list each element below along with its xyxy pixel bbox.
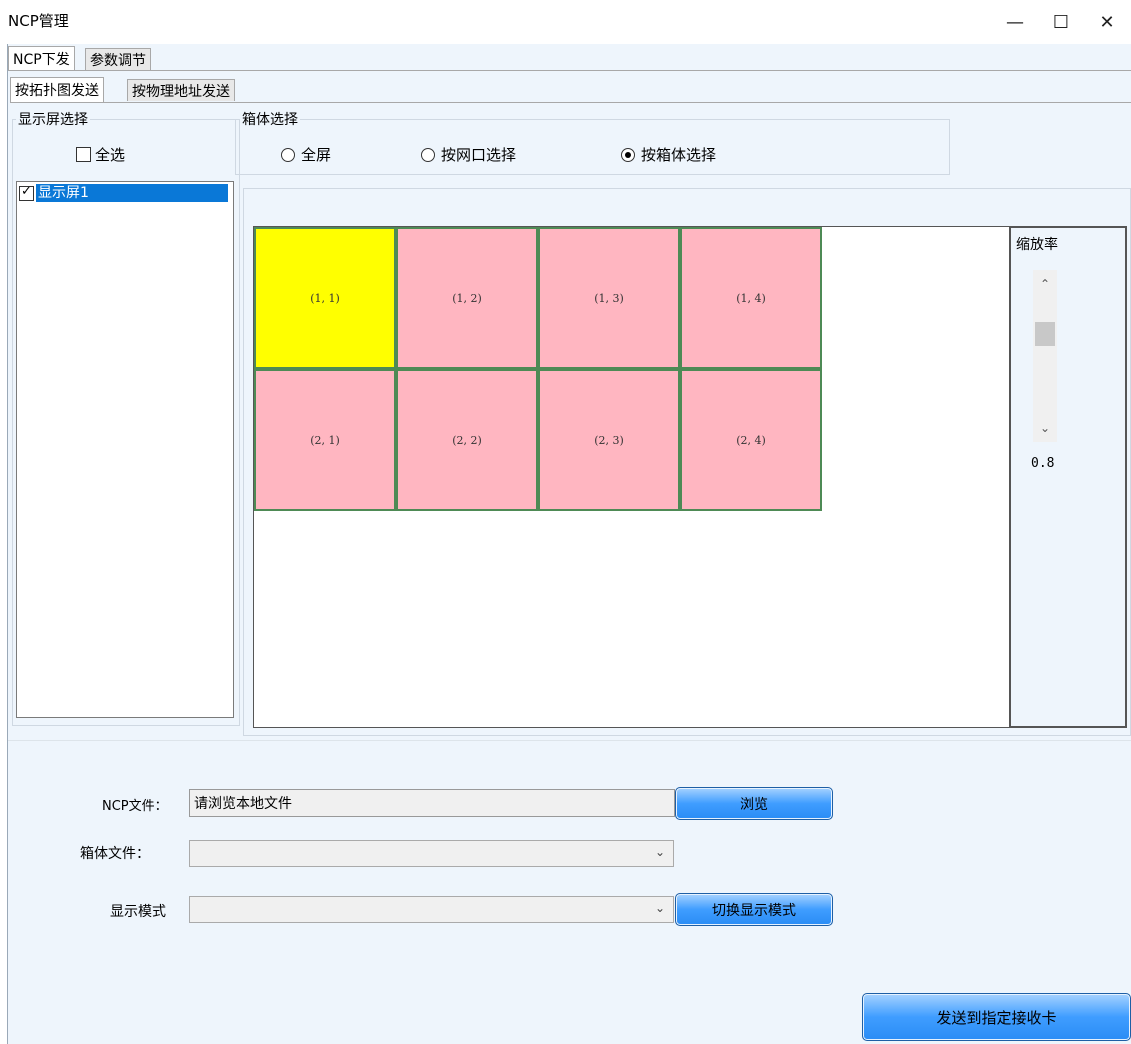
box-cell-2-4[interactable]: (2, 4) [680, 369, 822, 511]
box-select-legend: 箱体选择 [240, 109, 300, 129]
radio-by-box-label: 按箱体选择 [641, 146, 717, 164]
zoom-value: 0.8 [1031, 456, 1055, 471]
screen-select-legend: 显示屏选择 [16, 109, 90, 129]
radio-icon [281, 147, 295, 162]
minimize-button[interactable]: — [992, 0, 1038, 44]
box-cell-2-2[interactable]: (2, 2) [396, 369, 538, 511]
ncp-file-label: NCP文件： [102, 799, 168, 814]
maximize-button[interactable]: ☐ [1038, 0, 1084, 44]
subtab-strip-line [10, 102, 1131, 103]
box-cell-2-3[interactable]: (2, 3) [538, 369, 680, 511]
select-all-checkbox[interactable]: 全选 [76, 144, 125, 165]
tab-strip-line [8, 70, 1131, 71]
radio-icon [421, 147, 435, 162]
zoom-slider-thumb[interactable] [1035, 322, 1055, 346]
switch-display-mode-button[interactable]: 切换显示模式 [675, 893, 833, 926]
checkbox-icon [76, 147, 91, 162]
title-bar [0, 0, 1131, 44]
radio-by-port[interactable]: 按网口选择 [421, 144, 516, 165]
section-divider [8, 740, 1131, 741]
select-all-label: 全选 [95, 146, 126, 164]
radio-selected-icon [621, 147, 635, 162]
ncp-file-input[interactable]: 请浏览本地文件 [189, 789, 675, 817]
box-cell-2-1[interactable]: (2, 1) [254, 369, 396, 511]
topology-canvas[interactable]: (1, 1) (1, 2) (1, 3) (1, 4) (2, 1) (2, 2… [253, 226, 1010, 728]
tab-send-by-topology[interactable]: 按拓扑图发送 [10, 77, 104, 102]
box-file-dropdown[interactable]: ⌄ [189, 840, 674, 867]
box-cell-1-1[interactable]: (1, 1) [254, 227, 396, 369]
browse-button[interactable]: 浏览 [675, 787, 833, 820]
zoom-panel [1009, 226, 1127, 728]
box-cell-1-2[interactable]: (1, 2) [396, 227, 538, 369]
chevron-down-icon[interactable]: ⌄ [1033, 414, 1057, 442]
zoom-title: 缩放率 [1016, 237, 1058, 253]
box-cell-1-3[interactable]: (1, 3) [538, 227, 680, 369]
radio-full-screen[interactable]: 全屏 [281, 144, 331, 165]
screen-item-label: 显示屏1 [36, 184, 228, 202]
list-item-screen-1[interactable]: 显示屏1 [19, 184, 228, 202]
chevron-up-icon[interactable]: ⌃ [1033, 270, 1057, 298]
send-to-receiver-card-button[interactable]: 发送到指定接收卡 [862, 993, 1131, 1041]
tab-ncp-send[interactable]: NCP下发 [8, 46, 75, 70]
chevron-down-icon: ⌄ [654, 845, 665, 859]
radio-by-box[interactable]: 按箱体选择 [621, 144, 716, 165]
box-cell-1-4[interactable]: (1, 4) [680, 227, 822, 369]
radio-by-port-label: 按网口选择 [441, 146, 517, 164]
tab-param-adjust[interactable]: 参数调节 [85, 48, 151, 70]
screen-list[interactable] [16, 181, 234, 718]
close-button[interactable]: ✕ [1084, 0, 1130, 44]
window-title: NCP管理 [8, 12, 69, 30]
radio-full-screen-label: 全屏 [301, 146, 332, 164]
box-select-group [235, 119, 950, 175]
tab-send-by-physical-address[interactable]: 按物理地址发送 [127, 79, 235, 101]
window-frame [0, 44, 8, 1044]
display-mode-label: 显示模式 [110, 904, 166, 920]
box-file-label: 箱体文件： [80, 846, 150, 862]
display-mode-dropdown[interactable]: ⌄ [189, 896, 674, 923]
checkbox-checked-icon[interactable] [19, 184, 34, 201]
chevron-down-icon: ⌄ [654, 901, 665, 915]
